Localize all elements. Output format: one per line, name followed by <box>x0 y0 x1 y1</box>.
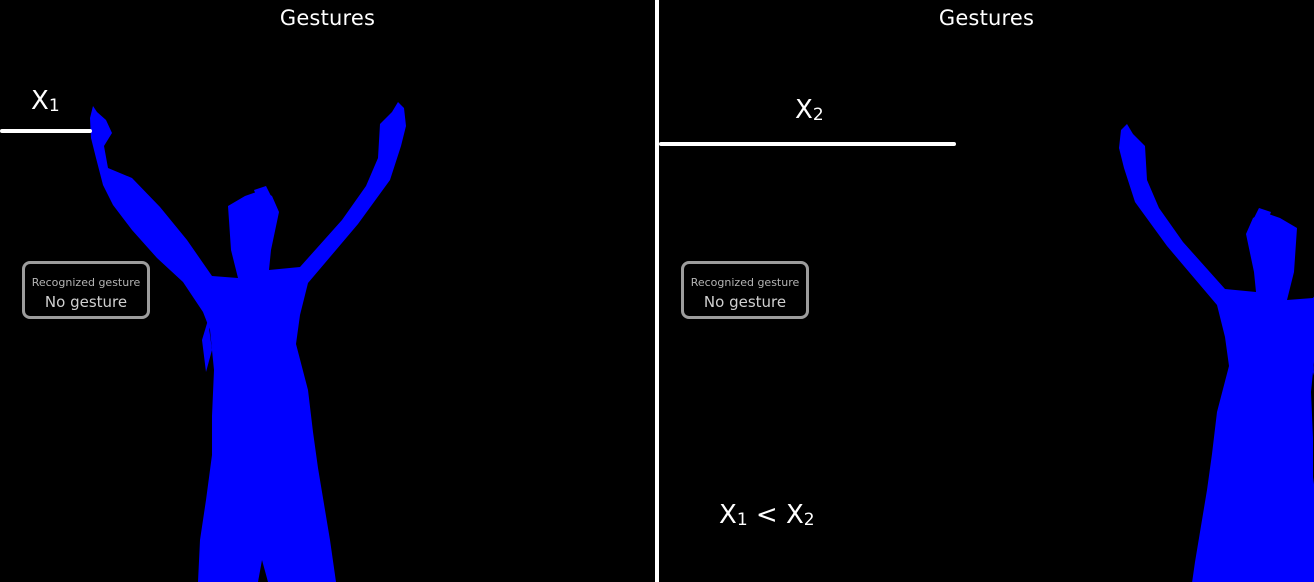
comparison-operator: < <box>755 500 778 530</box>
comparison-left-symbol: X <box>719 500 737 530</box>
recognized-gesture-value: No gesture <box>44 293 128 311</box>
comparison-right-subscript: 2 <box>803 510 815 530</box>
gestures-panel-right: Gestures X2 Recognized gesture No gestur… <box>659 0 1314 582</box>
recognized-gesture-box: Recognized gesture No gesture <box>681 261 809 319</box>
marker-label-x2: X2 <box>795 97 824 124</box>
recognized-gesture-box: Recognized gesture No gesture <box>22 261 150 319</box>
recognized-gesture-caption: Recognized gesture <box>690 276 800 289</box>
marker-subscript: 2 <box>812 105 824 125</box>
comparison-left-subscript: 1 <box>736 510 748 530</box>
gestures-panel-left: Gestures X1 Recognized gesture No gestur… <box>0 0 655 582</box>
recognized-gesture-value: No gesture <box>703 293 787 311</box>
distance-line-x1 <box>0 129 92 133</box>
marker-subscript: 1 <box>48 96 60 116</box>
comparison-right-symbol: X <box>785 500 804 530</box>
comparison-label: X1 < X2 <box>719 502 815 529</box>
recognized-gesture-caption: Recognized gesture <box>31 276 141 289</box>
marker-label-x1: X1 <box>31 88 60 115</box>
marker-symbol: X <box>795 95 813 125</box>
distance-line-x2 <box>659 142 956 146</box>
marker-symbol: X <box>31 86 49 116</box>
